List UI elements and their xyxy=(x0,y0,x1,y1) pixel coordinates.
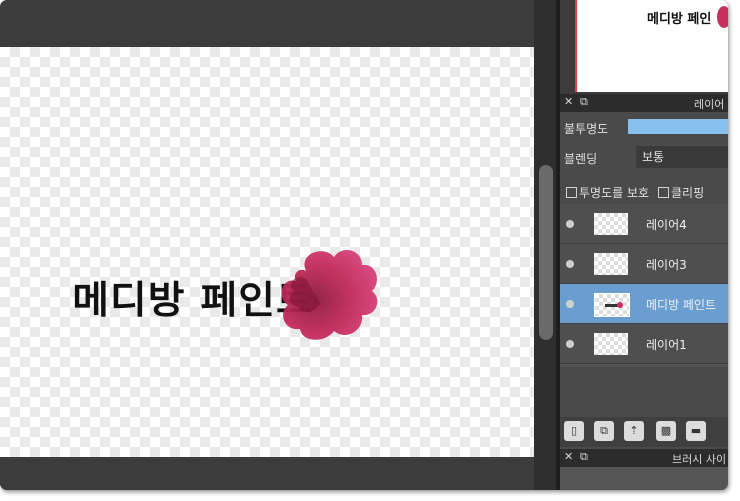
layer-thumbnail xyxy=(594,293,630,317)
app-window: 메디방 페인트 메디방 페인 ✕ ⧉ 레이어 불투명도 블렌딩 보통 투명도를 … xyxy=(0,0,728,490)
close-icon[interactable]: ✕ xyxy=(564,95,573,108)
layer-thumbnail xyxy=(594,213,628,235)
layer-name: 메디방 페인트 xyxy=(646,298,717,312)
close-icon[interactable]: ✕ xyxy=(564,450,573,463)
brush-panel-title: 브러시 사이 xyxy=(672,453,727,466)
layer-item[interactable]: 레이어3 xyxy=(560,244,728,284)
blending-label: 블렌딩 xyxy=(564,152,598,166)
protect-alpha-checkbox[interactable]: 투명도를 보호 xyxy=(566,184,649,201)
copy-layer-icon[interactable]: ⧉ xyxy=(594,421,614,441)
vertical-scrollbar[interactable] xyxy=(534,0,558,490)
layer-list-empty-area xyxy=(560,367,728,417)
checkbox-icon xyxy=(658,187,669,198)
layer-thumbnail xyxy=(594,253,628,275)
brush-panel-header: ✕ ⧉ 브러시 사이 xyxy=(560,449,728,467)
scrollbar-thumb[interactable] xyxy=(539,165,553,340)
navigator-preview[interactable]: 메디방 페인 xyxy=(575,0,728,92)
layer-name: 레이어3 xyxy=(646,258,687,272)
protect-alpha-label: 투명도를 보호 xyxy=(579,186,650,200)
popout-icon[interactable]: ⧉ xyxy=(580,95,588,109)
layer-panel: ✕ ⧉ 레이어 불투명도 블렌딩 보통 투명도를 보호 클리핑 레이어4 레이어… xyxy=(560,94,728,490)
navigator-text: 메디방 페인 xyxy=(647,12,712,27)
layer-panel-header: ✕ ⧉ 레이어 xyxy=(560,94,728,112)
clipping-label: 클리핑 xyxy=(671,186,705,200)
layer-item[interactable]: 레이어4 xyxy=(560,204,728,244)
ink-blot xyxy=(281,250,378,340)
thumbnail-ink-mark xyxy=(617,302,623,308)
visibility-icon[interactable] xyxy=(566,340,574,348)
new-layer-icon[interactable]: ▯ xyxy=(564,421,584,441)
horizontal-scrollbar-area xyxy=(0,457,534,490)
folder-icon[interactable]: ▬ xyxy=(686,421,706,441)
layer-toolbar: ▯ ⧉ ⇡ ▩ ▬ xyxy=(560,417,728,447)
navigator-ink-blot xyxy=(717,6,728,28)
popout-icon[interactable]: ⧉ xyxy=(580,450,588,464)
layer-thumbnail xyxy=(594,333,628,355)
mask-layer-icon[interactable]: ▩ xyxy=(656,421,676,441)
layer-item[interactable]: 레이어1 xyxy=(560,324,728,364)
clipping-checkbox[interactable]: 클리핑 xyxy=(658,184,704,201)
checkbox-icon xyxy=(566,187,577,198)
layer-list: 레이어4 레이어3 메디방 페인트 레이어1 xyxy=(560,204,728,367)
layer-name: 레이어4 xyxy=(646,218,687,232)
import-layer-icon[interactable]: ⇡ xyxy=(624,421,644,441)
opacity-label: 불투명도 xyxy=(564,122,609,136)
layer-name: 레이어1 xyxy=(646,338,687,352)
opacity-slider[interactable] xyxy=(628,119,728,134)
drawing-canvas[interactable]: 메디방 페인트 xyxy=(0,47,534,457)
layer-item-selected[interactable]: 메디방 페인트 xyxy=(560,284,728,324)
visibility-icon[interactable] xyxy=(566,300,574,308)
visibility-icon[interactable] xyxy=(566,260,574,268)
blending-select[interactable]: 보통 xyxy=(636,146,728,168)
visibility-icon[interactable] xyxy=(566,220,574,228)
brush-panel-body xyxy=(560,467,728,490)
layer-panel-title: 레이어 xyxy=(694,98,725,111)
